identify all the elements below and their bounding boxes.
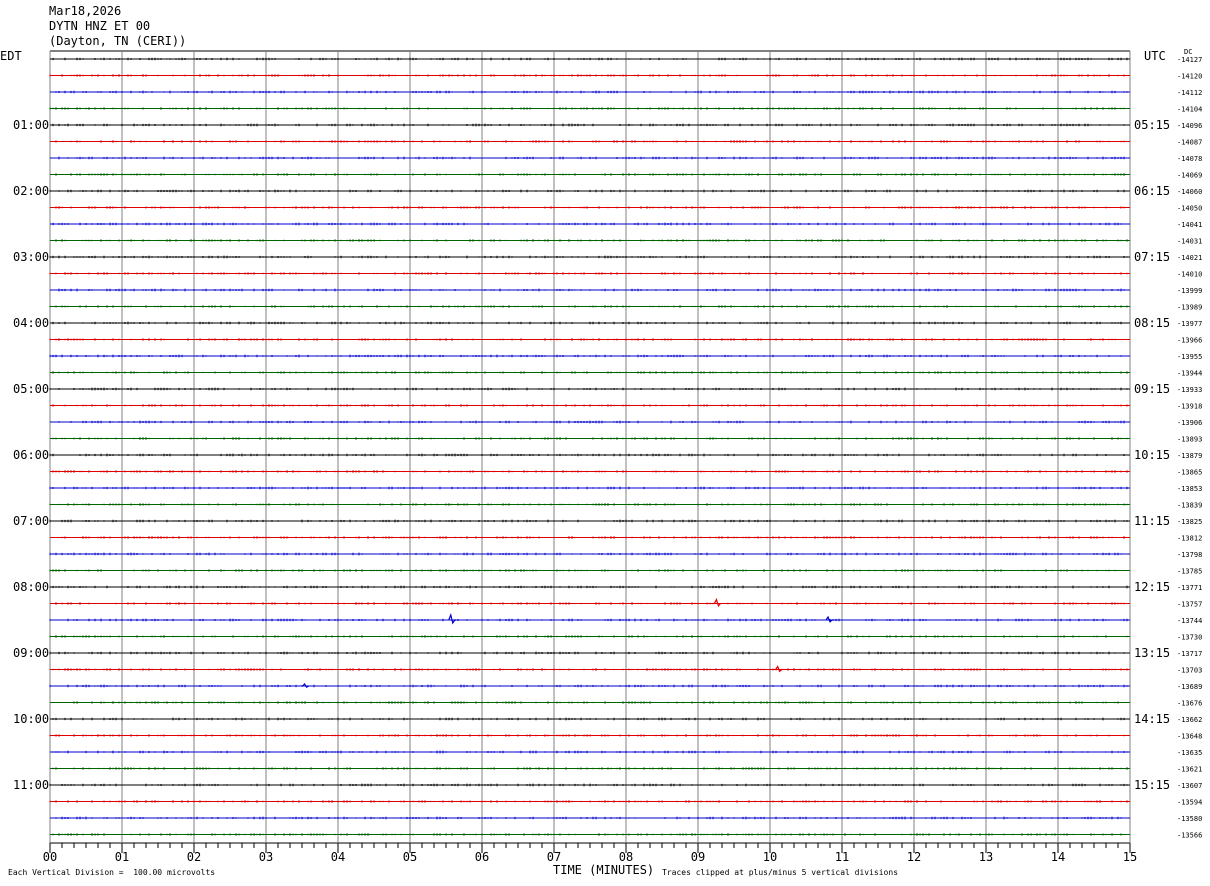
dc-offset-label: -13798 bbox=[1177, 551, 1202, 559]
dc-offset-label: -13689 bbox=[1177, 683, 1202, 691]
left-hour-label: 08:00 bbox=[13, 580, 49, 594]
label-group: 00 01 02 03 04 05 06 07 08 09 10 11 12 13 14 15 -14127 -1… bbox=[13, 56, 1202, 864]
left-hour-label: 07:00 bbox=[13, 514, 49, 528]
dc-offset-label: -13635 bbox=[1177, 749, 1202, 757]
right-hour-label: 09:15 bbox=[1134, 382, 1170, 396]
left-hour-label: 03:00 bbox=[13, 250, 49, 264]
dc-offset-label: -13989 bbox=[1177, 304, 1202, 312]
x-axis-label: TIME (MINUTES) bbox=[553, 863, 655, 877]
x-tick-label-05: 05 bbox=[403, 850, 417, 864]
left-hour-label: 04:00 bbox=[13, 316, 49, 330]
x-tick-label-12: 12 bbox=[907, 850, 921, 864]
dc-offset-label: -13717 bbox=[1177, 650, 1202, 658]
dc-offset-label: -14060 bbox=[1177, 188, 1202, 196]
dc-offset-label: -14120 bbox=[1177, 73, 1202, 81]
dc-offset-label: -13879 bbox=[1177, 452, 1202, 460]
event-spike-2 bbox=[825, 615, 833, 623]
seismogram-plot: 00 01 02 03 04 05 06 07 08 09 10 11 12 13 14 15 -14127 -1… bbox=[13, 50, 1202, 864]
dc-offset-label: -14087 bbox=[1177, 139, 1202, 147]
x-tick-label-15: 15 bbox=[1123, 850, 1137, 864]
dc-offset-label: -13853 bbox=[1177, 485, 1202, 493]
left-hour-label: 05:00 bbox=[13, 382, 49, 396]
dc-offset-label: -13839 bbox=[1177, 502, 1202, 510]
dc-offset-label: -13607 bbox=[1177, 782, 1202, 790]
right-hour-label: 13:15 bbox=[1134, 646, 1170, 660]
dc-offset-label: -13730 bbox=[1177, 634, 1202, 642]
left-hour-label: 10:00 bbox=[13, 712, 49, 726]
right-hour-label: 12:15 bbox=[1134, 580, 1170, 594]
dc-offset-label: -13621 bbox=[1177, 766, 1202, 774]
dc-offset-label: -13703 bbox=[1177, 667, 1202, 675]
dc-offset-label: -13676 bbox=[1177, 700, 1202, 708]
left-hour-label: 06:00 bbox=[13, 448, 49, 462]
right-hour-label: 05:15 bbox=[1134, 118, 1170, 132]
right-hour-label: 15:15 bbox=[1134, 778, 1170, 792]
x-tick-label-08: 08 bbox=[619, 850, 633, 864]
dc-offset-label: -13648 bbox=[1177, 733, 1202, 741]
x-tick-label-07: 07 bbox=[547, 850, 561, 864]
dc-offset-label: -14127 bbox=[1177, 56, 1202, 64]
dc-offset-label: -13944 bbox=[1177, 370, 1202, 378]
dc-offset-label: -13966 bbox=[1177, 337, 1202, 345]
right-hour-label: 10:15 bbox=[1134, 448, 1170, 462]
event-group bbox=[302, 597, 833, 689]
dc-offset-label: -13757 bbox=[1177, 601, 1202, 609]
footer-clip-note: Traces clipped at plus/minus 5 vertical … bbox=[662, 868, 899, 877]
dc-offset-label: -13785 bbox=[1177, 568, 1202, 576]
x-tick-label-02: 02 bbox=[187, 850, 201, 864]
x-tick-label-03: 03 bbox=[259, 850, 273, 864]
trace-group bbox=[49, 57, 1130, 836]
dc-offset-label: -13999 bbox=[1177, 287, 1202, 295]
right-hour-label: 08:15 bbox=[1134, 316, 1170, 330]
dc-offset-label: -14031 bbox=[1177, 238, 1202, 246]
dc-offset-label: -13933 bbox=[1177, 386, 1202, 394]
dc-offset-label: -13580 bbox=[1177, 815, 1202, 823]
dc-offset-label: -14069 bbox=[1177, 172, 1202, 180]
left-hour-label: 09:00 bbox=[13, 646, 49, 660]
dc-offset-label: -14050 bbox=[1177, 205, 1202, 213]
dc-offset-label: -14096 bbox=[1177, 122, 1202, 130]
trace-noise-29 bbox=[61, 536, 1125, 539]
x-tick-label-01: 01 bbox=[115, 850, 129, 864]
right-hour-label: 11:15 bbox=[1134, 514, 1170, 528]
dc-offset-label: -13825 bbox=[1177, 518, 1202, 526]
dc-offset-label: -13744 bbox=[1177, 617, 1202, 625]
left-hour-label: 02:00 bbox=[13, 184, 49, 198]
x-tick-label-09: 09 bbox=[691, 850, 705, 864]
dc-offset-label: -13566 bbox=[1177, 832, 1202, 840]
x-tick-label-11: 11 bbox=[835, 850, 849, 864]
dc-offset-label: -13594 bbox=[1177, 799, 1202, 807]
dc-offset-label: -13955 bbox=[1177, 353, 1202, 361]
grid-lines bbox=[49, 50, 1131, 853]
dc-offset-label: -14104 bbox=[1177, 106, 1202, 114]
dc-offset-label: -14021 bbox=[1177, 254, 1202, 262]
event-spike-1 bbox=[448, 613, 456, 625]
dc-offset-label: -13977 bbox=[1177, 320, 1202, 328]
x-tick-label-06: 06 bbox=[475, 850, 489, 864]
dc-offset-label: -14078 bbox=[1177, 155, 1202, 163]
dc-offset-label: -13865 bbox=[1177, 469, 1202, 477]
x-tick-label-00: 00 bbox=[43, 850, 57, 864]
dc-offset-label: -13918 bbox=[1177, 403, 1202, 411]
dc-offset-label: -13662 bbox=[1177, 716, 1202, 724]
dc-offset-label: -13893 bbox=[1177, 436, 1202, 444]
x-tick-label-10: 10 bbox=[763, 850, 777, 864]
dc-offset-label: -14010 bbox=[1177, 271, 1202, 279]
dc-offset-label: -13812 bbox=[1177, 535, 1202, 543]
right-hour-label: 14:15 bbox=[1134, 712, 1170, 726]
dc-offset-label: -13906 bbox=[1177, 419, 1202, 427]
event-spike-0 bbox=[713, 597, 721, 608]
dc-offset-label: -13771 bbox=[1177, 584, 1202, 592]
x-tick-label-14: 14 bbox=[1051, 850, 1065, 864]
right-hour-label: 06:15 bbox=[1134, 184, 1170, 198]
dc-offset-label: -14041 bbox=[1177, 221, 1202, 229]
x-tick-label-13: 13 bbox=[979, 850, 993, 864]
left-hour-label: 01:00 bbox=[13, 118, 49, 132]
footer-scale-note: Each Vertical Division = 100.00 microvol… bbox=[8, 868, 216, 877]
dc-offset-label: -14112 bbox=[1177, 89, 1202, 97]
x-tick-label-04: 04 bbox=[331, 850, 345, 864]
right-hour-label: 07:15 bbox=[1134, 250, 1170, 264]
left-hour-label: 11:00 bbox=[13, 778, 49, 792]
